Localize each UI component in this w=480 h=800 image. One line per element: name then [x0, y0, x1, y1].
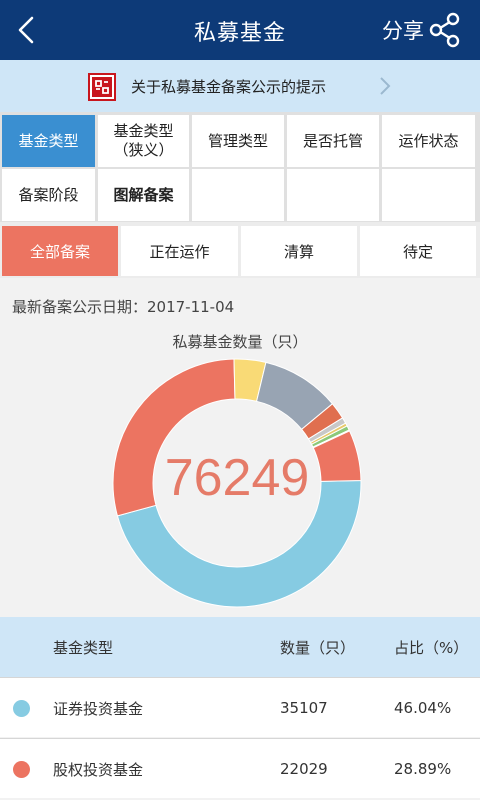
tab-label: 备案阶段	[18, 185, 79, 204]
header-count: 数量（只）	[280, 638, 356, 657]
filter-all-filings[interactable]: 全部备案	[2, 226, 118, 276]
share-icon	[429, 12, 460, 48]
tab-operation-status[interactable]: 运作状态	[382, 115, 475, 167]
filter-liquidation[interactable]: 清算	[241, 226, 357, 276]
tab-filing-stage[interactable]: 备案阶段	[2, 169, 95, 221]
share-label: 分享	[382, 19, 424, 43]
tab-label: 图解备案	[113, 185, 174, 204]
table-row[interactable]: 股权投资基金 22029 28.89%	[0, 738, 480, 798]
row-count: 22029	[280, 760, 328, 778]
tab-label: 运作状态	[398, 131, 459, 150]
tab-fund-type-narrow[interactable]: 基金类型 （狭义）	[98, 115, 189, 167]
filter-pending[interactable]: 待定	[360, 226, 476, 276]
tab-label: 管理类型	[207, 131, 268, 150]
header-percentage: 占比（%）	[394, 638, 469, 657]
row-fund-type: 证券投资基金	[53, 699, 144, 718]
table-row[interactable]: 证券投资基金 35107 46.04%	[0, 677, 480, 737]
amac-logo-icon	[88, 73, 116, 101]
chart-title: 私募基金数量（只）	[172, 333, 308, 351]
empty-cell	[287, 169, 379, 221]
total-count: 76249	[164, 449, 310, 507]
tab-management-type[interactable]: 管理类型	[192, 115, 284, 167]
legend-dot	[13, 700, 30, 717]
tab-fund-type[interactable]: 基金类型	[2, 115, 95, 167]
top-bar: 私募基金 分享	[0, 0, 480, 60]
filter-operating[interactable]: 正在运作	[121, 226, 238, 276]
legend-dot	[13, 761, 30, 778]
status-filters: 全部备案 正在运作 清算 待定	[0, 222, 480, 278]
header-fund-type: 基金类型	[53, 638, 114, 657]
empty-cell	[382, 169, 475, 221]
row-percentage: 46.04%	[394, 699, 452, 717]
table-header: 基金类型 数量（只） 占比（%）	[0, 617, 480, 677]
fund-type-table: 基金类型 数量（只） 占比（%） 证券投资基金 35107 46.04% 股权投…	[0, 617, 480, 800]
empty-cell	[192, 169, 284, 221]
row-percentage: 28.89%	[394, 760, 452, 778]
share-button[interactable]: 分享	[382, 8, 462, 52]
row-fund-type: 股权投资基金	[53, 760, 144, 779]
chevron-right-icon	[380, 77, 391, 95]
row-count: 35107	[280, 699, 328, 717]
category-grid: 基金类型 基金类型 （狭义） 管理类型 是否托管 运作状态 备案阶段 图解备案	[0, 112, 480, 222]
notice-banner[interactable]: 关于私募基金备案公示的提示	[0, 60, 480, 112]
tab-custody[interactable]: 是否托管	[287, 115, 379, 167]
latest-filing-date: 最新备案公示日期：2017-11-04	[12, 298, 235, 316]
notice-text: 关于私募基金备案公示的提示	[131, 78, 327, 96]
tab-label: 基金类型 （狭义）	[113, 122, 174, 159]
tab-label: 是否托管	[302, 131, 363, 150]
tab-filing-diagram[interactable]: 图解备案	[98, 169, 189, 221]
tab-label: 基金类型	[18, 131, 79, 150]
